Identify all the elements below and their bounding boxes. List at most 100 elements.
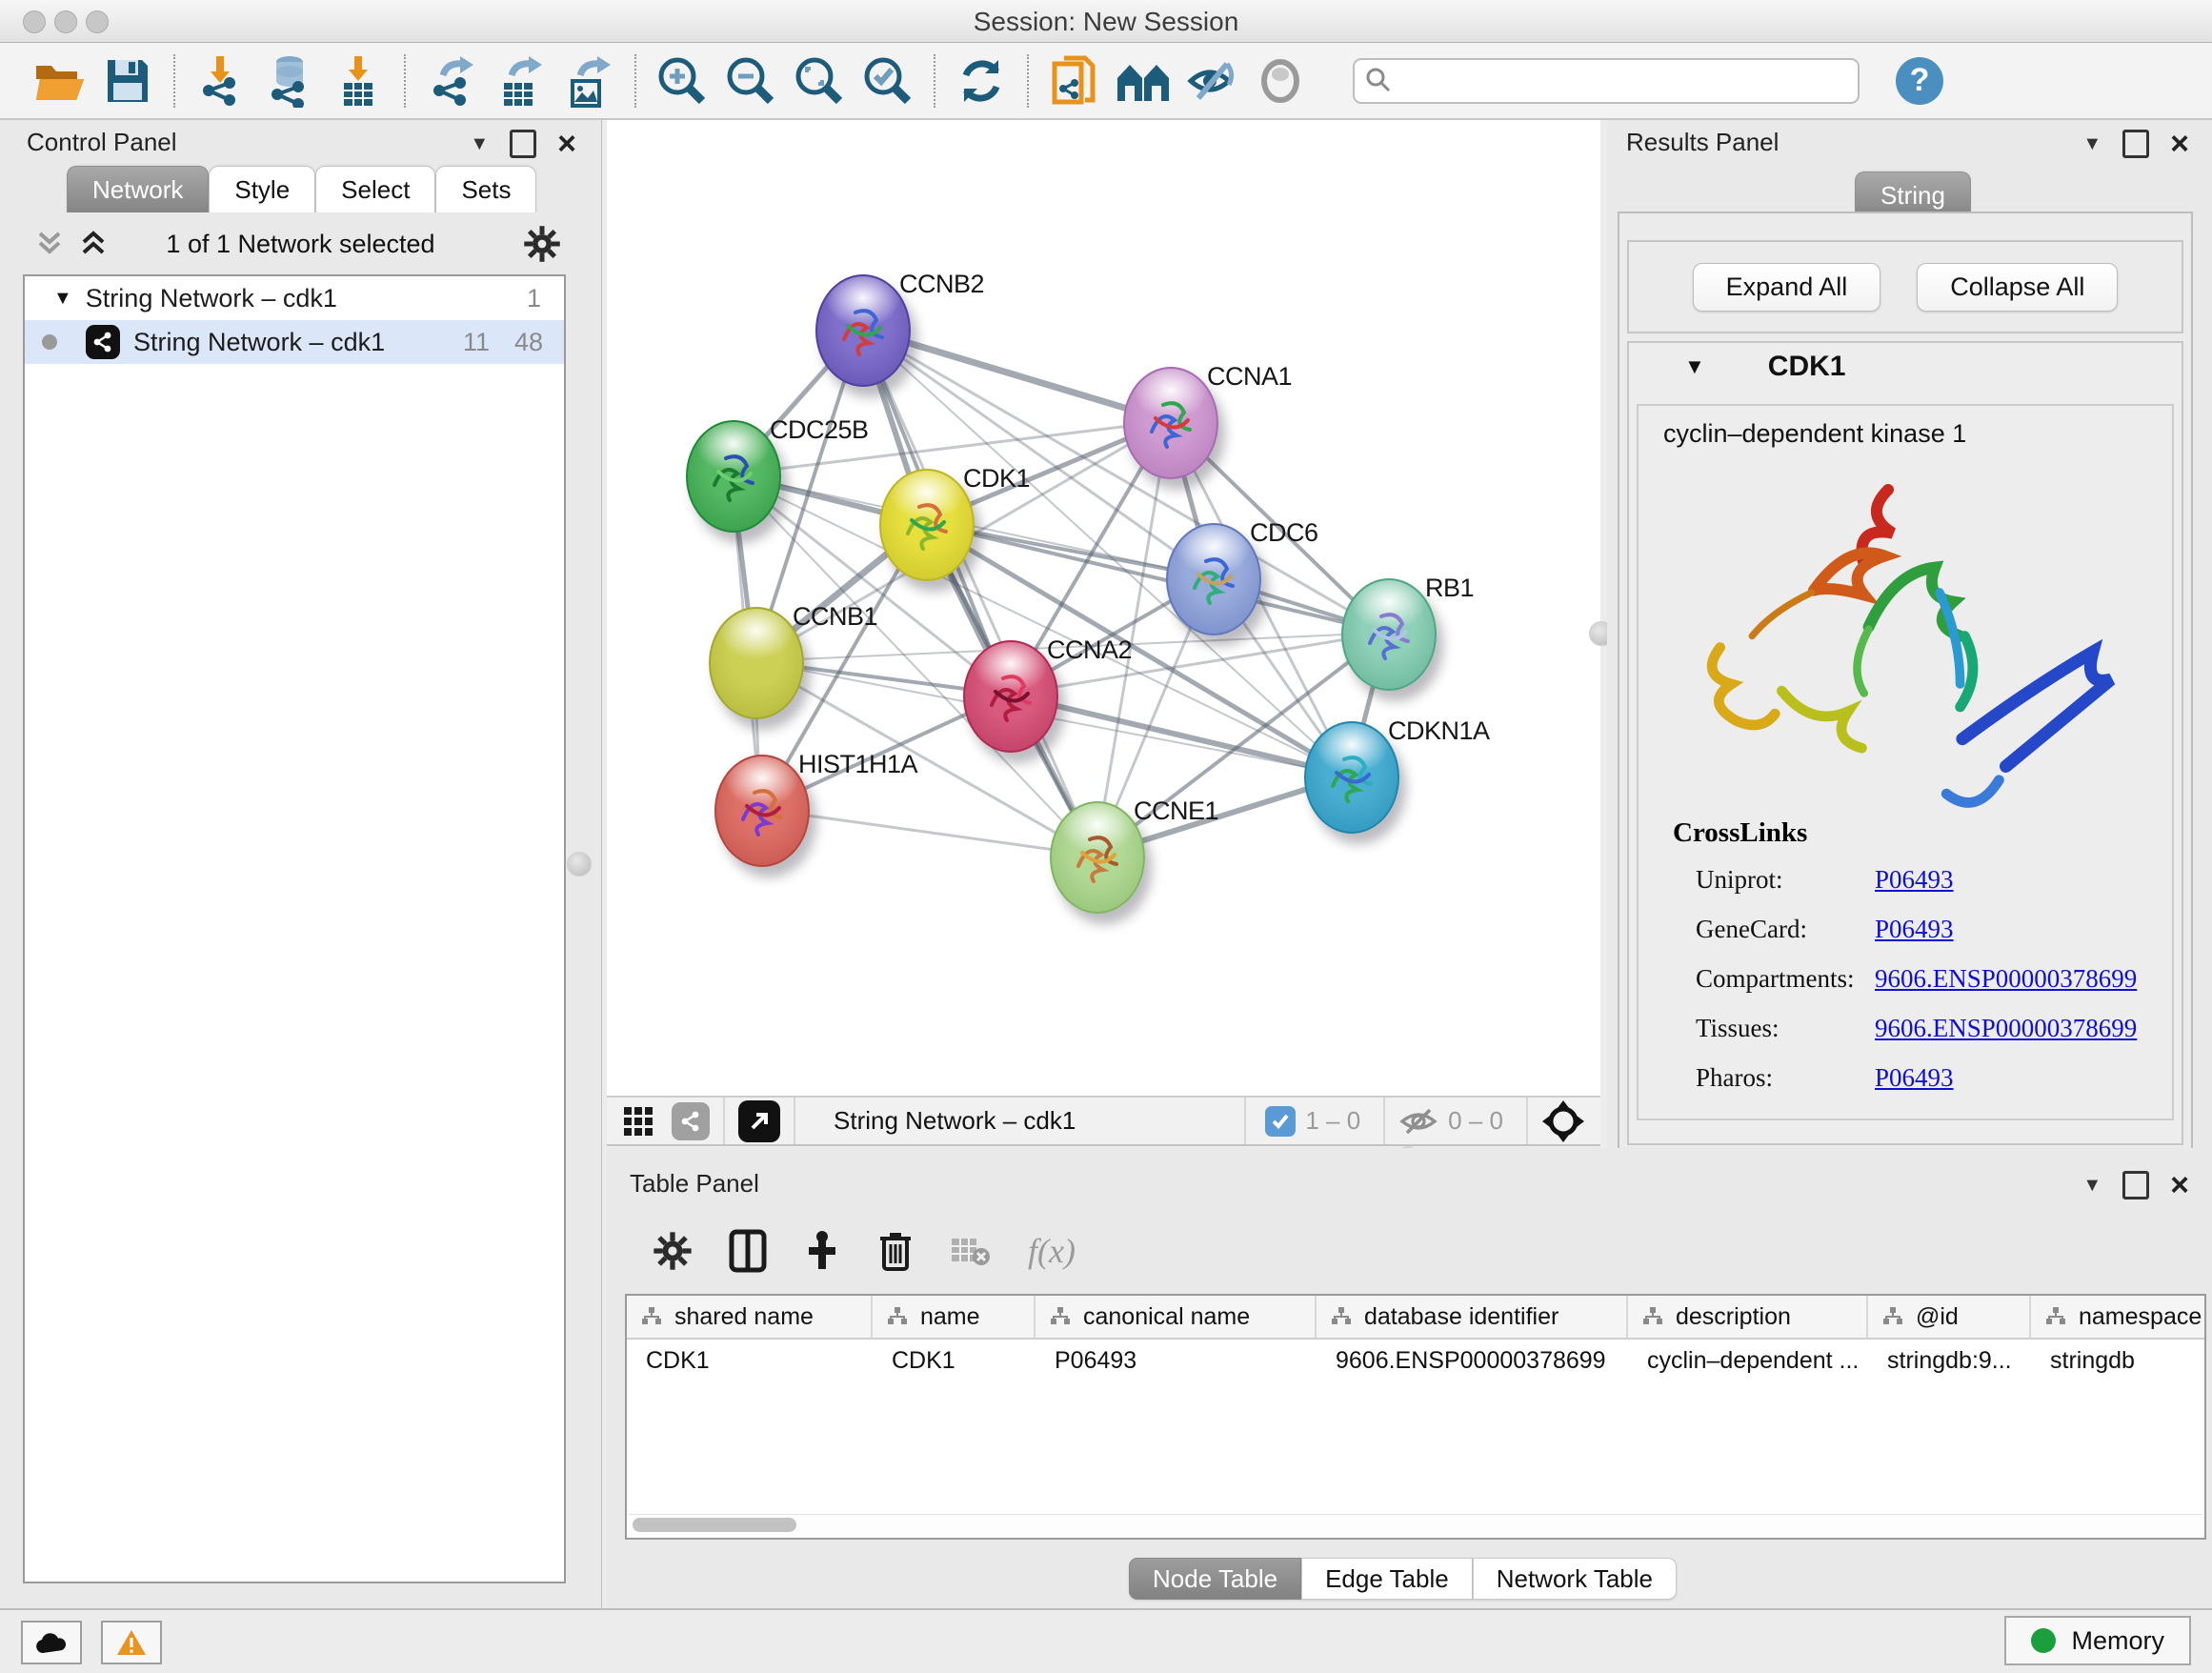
network-node-CDC6[interactable]	[1166, 523, 1261, 635]
left-splitter-handle[interactable]	[567, 852, 592, 877]
first-neighbors-icon[interactable]	[1115, 52, 1172, 110]
expand-all-button[interactable]: Expand All	[1693, 263, 1881, 312]
cell-@id[interactable]: stringdb:9...	[1868, 1347, 2031, 1375]
results-menu-icon[interactable]: ▼	[2082, 133, 2101, 155]
tab-sets[interactable]: Sets	[435, 166, 536, 212]
results-panel-title: Results Panel	[1626, 128, 1779, 157]
tab-select[interactable]: Select	[315, 166, 435, 212]
column-header-name[interactable]: name	[873, 1296, 1036, 1338]
results-float-icon[interactable]	[2122, 130, 2149, 158]
network-list-toolbar: 1 of 1 Network selected	[0, 219, 601, 269]
panel-menu-icon[interactable]: ▼	[470, 133, 489, 155]
clone-network-icon[interactable]	[1046, 52, 1103, 110]
cell-description[interactable]: cyclin–dependent ...	[1628, 1347, 1868, 1375]
help-button[interactable]: ?	[1896, 57, 1943, 105]
export-table-icon[interactable]	[492, 52, 549, 110]
table-close-icon[interactable]: ×	[2170, 1176, 2189, 1195]
float-panel-icon[interactable]	[510, 130, 536, 158]
network-node-CDKN1A[interactable]	[1304, 721, 1399, 834]
birds-eye-view-icon[interactable]	[1541, 1099, 1585, 1143]
warning-status-button[interactable]	[101, 1621, 162, 1664]
tab-style[interactable]: Style	[209, 166, 315, 212]
memory-button[interactable]: Memory	[2004, 1616, 2191, 1665]
selected-nodes-checkbox[interactable]	[1265, 1106, 1296, 1137]
crosslink-link[interactable]: 9606.ENSP00000378699	[1875, 964, 2137, 994]
column-header-namespace[interactable]: namespace	[2031, 1296, 2206, 1338]
network-node-CCNA1[interactable]	[1123, 367, 1218, 479]
edge-CCNA2-CDKN1A[interactable]	[1009, 695, 1350, 776]
network-row[interactable]: String Network – cdk1 11 48	[25, 320, 564, 364]
table-float-icon[interactable]	[2122, 1171, 2149, 1199]
network-options-gear-icon[interactable]	[523, 225, 561, 263]
network-node-HIST1H1A[interactable]	[714, 755, 810, 867]
network-node-RB1[interactable]	[1341, 578, 1437, 691]
table-row[interactable]: CDK1CDK1P064939606.ENSP00000378699cyclin…	[627, 1340, 2204, 1381]
show-columns-icon[interactable]	[729, 1229, 767, 1273]
create-column-icon[interactable]	[803, 1229, 841, 1273]
cloud-status-button[interactable]	[21, 1621, 82, 1664]
column-header-canonical-name[interactable]: canonical name	[1036, 1296, 1317, 1338]
table-hscrollbar[interactable]	[629, 1514, 2202, 1536]
crosslink-link[interactable]: P06493	[1875, 1063, 1954, 1093]
collapse-all-button[interactable]: Collapse All	[1917, 263, 2118, 312]
save-session-icon[interactable]	[99, 52, 156, 110]
export-network-icon[interactable]	[423, 52, 480, 110]
network-node-CCNB2[interactable]	[815, 274, 911, 387]
cell-namespace[interactable]: stringdb	[2031, 1347, 2206, 1375]
refresh-icon[interactable]	[953, 52, 1010, 110]
cell-name[interactable]: CDK1	[873, 1347, 1036, 1375]
export-image-icon[interactable]	[560, 52, 617, 110]
network-node-CCNE1[interactable]	[1050, 801, 1145, 914]
network-node-CCNB1[interactable]	[709, 607, 804, 719]
crosslink-link[interactable]: 9606.ENSP00000378699	[1875, 1014, 2137, 1043]
tab-edge-table[interactable]: Edge Table	[1301, 1558, 1473, 1600]
close-panel-icon[interactable]: ×	[557, 134, 576, 153]
network-node-CCNA2[interactable]	[963, 640, 1058, 753]
cell-database-identifier[interactable]: 9606.ENSP00000378699	[1317, 1347, 1628, 1375]
cell-canonical-name[interactable]: P06493	[1036, 1347, 1317, 1375]
tab-network-table[interactable]: Network Table	[1473, 1558, 1677, 1600]
node-label-HIST1H1A: HIST1H1A	[798, 750, 917, 779]
hide-selected-icon[interactable]	[1183, 52, 1240, 110]
zoom-selected-icon[interactable]	[859, 52, 916, 110]
open-session-icon[interactable]	[30, 52, 88, 110]
gene-entry-header[interactable]: ▼ CDK1	[1629, 343, 2182, 391]
zoom-fit-icon[interactable]	[791, 52, 848, 110]
grid-view-icon[interactable]	[622, 1105, 654, 1138]
network-view-canvas[interactable]: CCNB2CCNA1CDC25BCDK1CDC6RB1CCNB1CCNA2CDK…	[607, 120, 1600, 1096]
collection-caret-icon[interactable]: ▼	[53, 288, 72, 310]
crosslink-link[interactable]: P06493	[1875, 915, 1954, 944]
show-all-icon[interactable]	[1252, 52, 1309, 110]
search-input[interactable]	[1353, 58, 1860, 104]
network-collection-row[interactable]: ▼ String Network – cdk1 1	[25, 276, 564, 320]
edge-HIST1H1A-CCNE1[interactable]	[760, 809, 1096, 856]
table-menu-icon[interactable]: ▼	[2082, 1175, 2101, 1197]
table-hscrollbar-thumb[interactable]	[633, 1518, 796, 1532]
import-table-file-icon[interactable]	[330, 52, 387, 110]
table-panel: Table Panel ▼ × f(x) shared namenamecano…	[607, 1148, 2212, 1608]
import-network-file-icon[interactable]	[192, 52, 250, 110]
tab-network[interactable]: Network	[67, 166, 209, 212]
node-label-CCNB1: CCNB1	[793, 602, 877, 632]
zoom-in-icon[interactable]	[654, 52, 711, 110]
results-close-icon[interactable]: ×	[2170, 134, 2189, 153]
delete-column-icon[interactable]	[877, 1229, 914, 1273]
string-view-icon[interactable]	[672, 1102, 710, 1140]
column-header-database-identifier[interactable]: database identifier	[1317, 1296, 1628, 1338]
network-tree: ▼ String Network – cdk1 1 String Network…	[23, 274, 566, 1583]
network-node-CDK1[interactable]	[879, 469, 975, 581]
column-header-description[interactable]: description	[1628, 1296, 1868, 1338]
tab-node-table[interactable]: Node Table	[1129, 1558, 1301, 1600]
column-header-@id[interactable]: @id	[1868, 1296, 2031, 1338]
gene-caret-icon[interactable]: ▼	[1684, 354, 1705, 379]
cell-shared-name[interactable]: CDK1	[627, 1347, 873, 1375]
detach-view-icon[interactable]	[738, 1100, 780, 1142]
column-header-shared-name[interactable]: shared name	[627, 1296, 873, 1338]
zoom-out-icon[interactable]	[722, 52, 779, 110]
crosslink-link[interactable]: P06493	[1875, 865, 1954, 895]
node-label-CCNE1: CCNE1	[1134, 796, 1218, 826]
node-label-CDK1: CDK1	[963, 464, 1030, 494]
network-node-CDC25B[interactable]	[686, 420, 781, 533]
import-network-database-icon[interactable]	[261, 52, 318, 110]
table-gear-icon[interactable]	[653, 1231, 693, 1271]
